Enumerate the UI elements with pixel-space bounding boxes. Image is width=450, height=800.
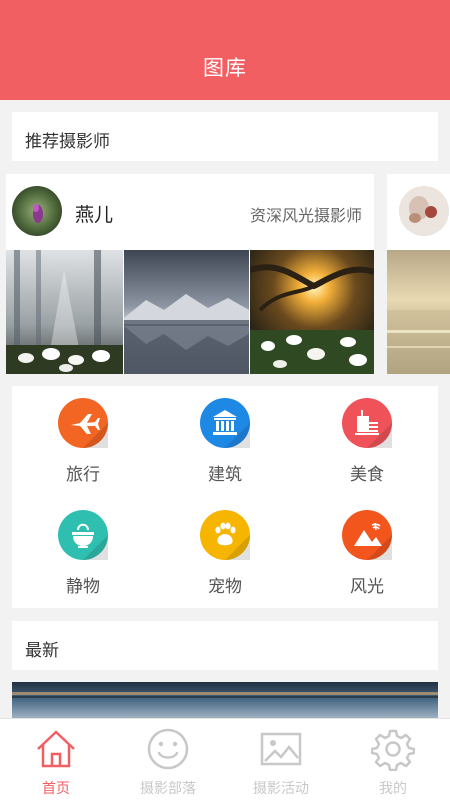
photo-thumbnail[interactable]: [124, 250, 249, 374]
food-icon: [342, 398, 392, 448]
category-label: 宠物: [208, 577, 242, 597]
photographer-card[interactable]: 燕儿 资深风光摄影师: [6, 174, 374, 374]
building-icon: [200, 398, 250, 448]
paw-icon: [200, 510, 250, 560]
tab-label: 摄影部落: [140, 781, 196, 797]
section-header-latest: 最新: [12, 621, 438, 670]
smiley-icon: [147, 728, 189, 770]
bottom-tab-bar: 首页 摄影部落 摄影活动 我的: [0, 718, 450, 800]
gear-icon: [371, 729, 415, 771]
category-still-life[interactable]: 静物: [12, 510, 154, 600]
airplane-icon: [58, 398, 108, 448]
category-pets[interactable]: 宠物: [154, 510, 296, 600]
photographer-card[interactable]: [387, 174, 450, 374]
app-header: 图库: [0, 0, 450, 100]
tab-home[interactable]: 首页: [0, 719, 112, 800]
photo-strip: [387, 250, 450, 374]
category-label: 建筑: [208, 465, 242, 485]
avatar[interactable]: [399, 186, 449, 236]
photo-strip: [6, 250, 374, 374]
landscape-icon: [342, 510, 392, 560]
category-label: 美食: [350, 465, 384, 485]
category-label: 旅行: [66, 465, 100, 485]
tab-label: 我的: [379, 781, 407, 797]
category-grid: 旅行 建筑 美食 静物 宠物 风光: [12, 386, 438, 608]
section-header-recommended-photographers: 推荐摄影师: [12, 112, 438, 161]
category-label: 静物: [66, 577, 100, 597]
picture-icon: [260, 732, 302, 766]
latest-photo-preview[interactable]: [12, 682, 438, 718]
photographer-tagline: 资深风光摄影师: [249, 206, 362, 225]
category-architecture[interactable]: 建筑: [154, 398, 296, 488]
tab-photography-events[interactable]: 摄影活动: [225, 719, 337, 800]
photo-thumbnail[interactable]: [387, 250, 450, 374]
section-title: 推荐摄影师: [25, 132, 110, 152]
avatar[interactable]: [12, 186, 62, 236]
category-food[interactable]: 美食: [296, 398, 438, 488]
page-title: 图库: [203, 56, 247, 80]
photo-thumbnail[interactable]: [250, 250, 374, 374]
category-landscape[interactable]: 风光: [296, 510, 438, 600]
still-life-icon: [58, 510, 108, 560]
photo-thumbnail[interactable]: [6, 250, 123, 374]
photographer-name: 燕儿: [75, 204, 114, 226]
home-icon: [37, 730, 75, 768]
tab-photography-tribe[interactable]: 摄影部落: [112, 719, 224, 800]
section-title: 最新: [25, 641, 59, 661]
category-label: 风光: [350, 577, 384, 597]
tab-label: 摄影活动: [253, 781, 309, 797]
tab-label: 首页: [42, 781, 70, 797]
tab-profile[interactable]: 我的: [337, 719, 449, 800]
category-travel[interactable]: 旅行: [12, 398, 154, 488]
